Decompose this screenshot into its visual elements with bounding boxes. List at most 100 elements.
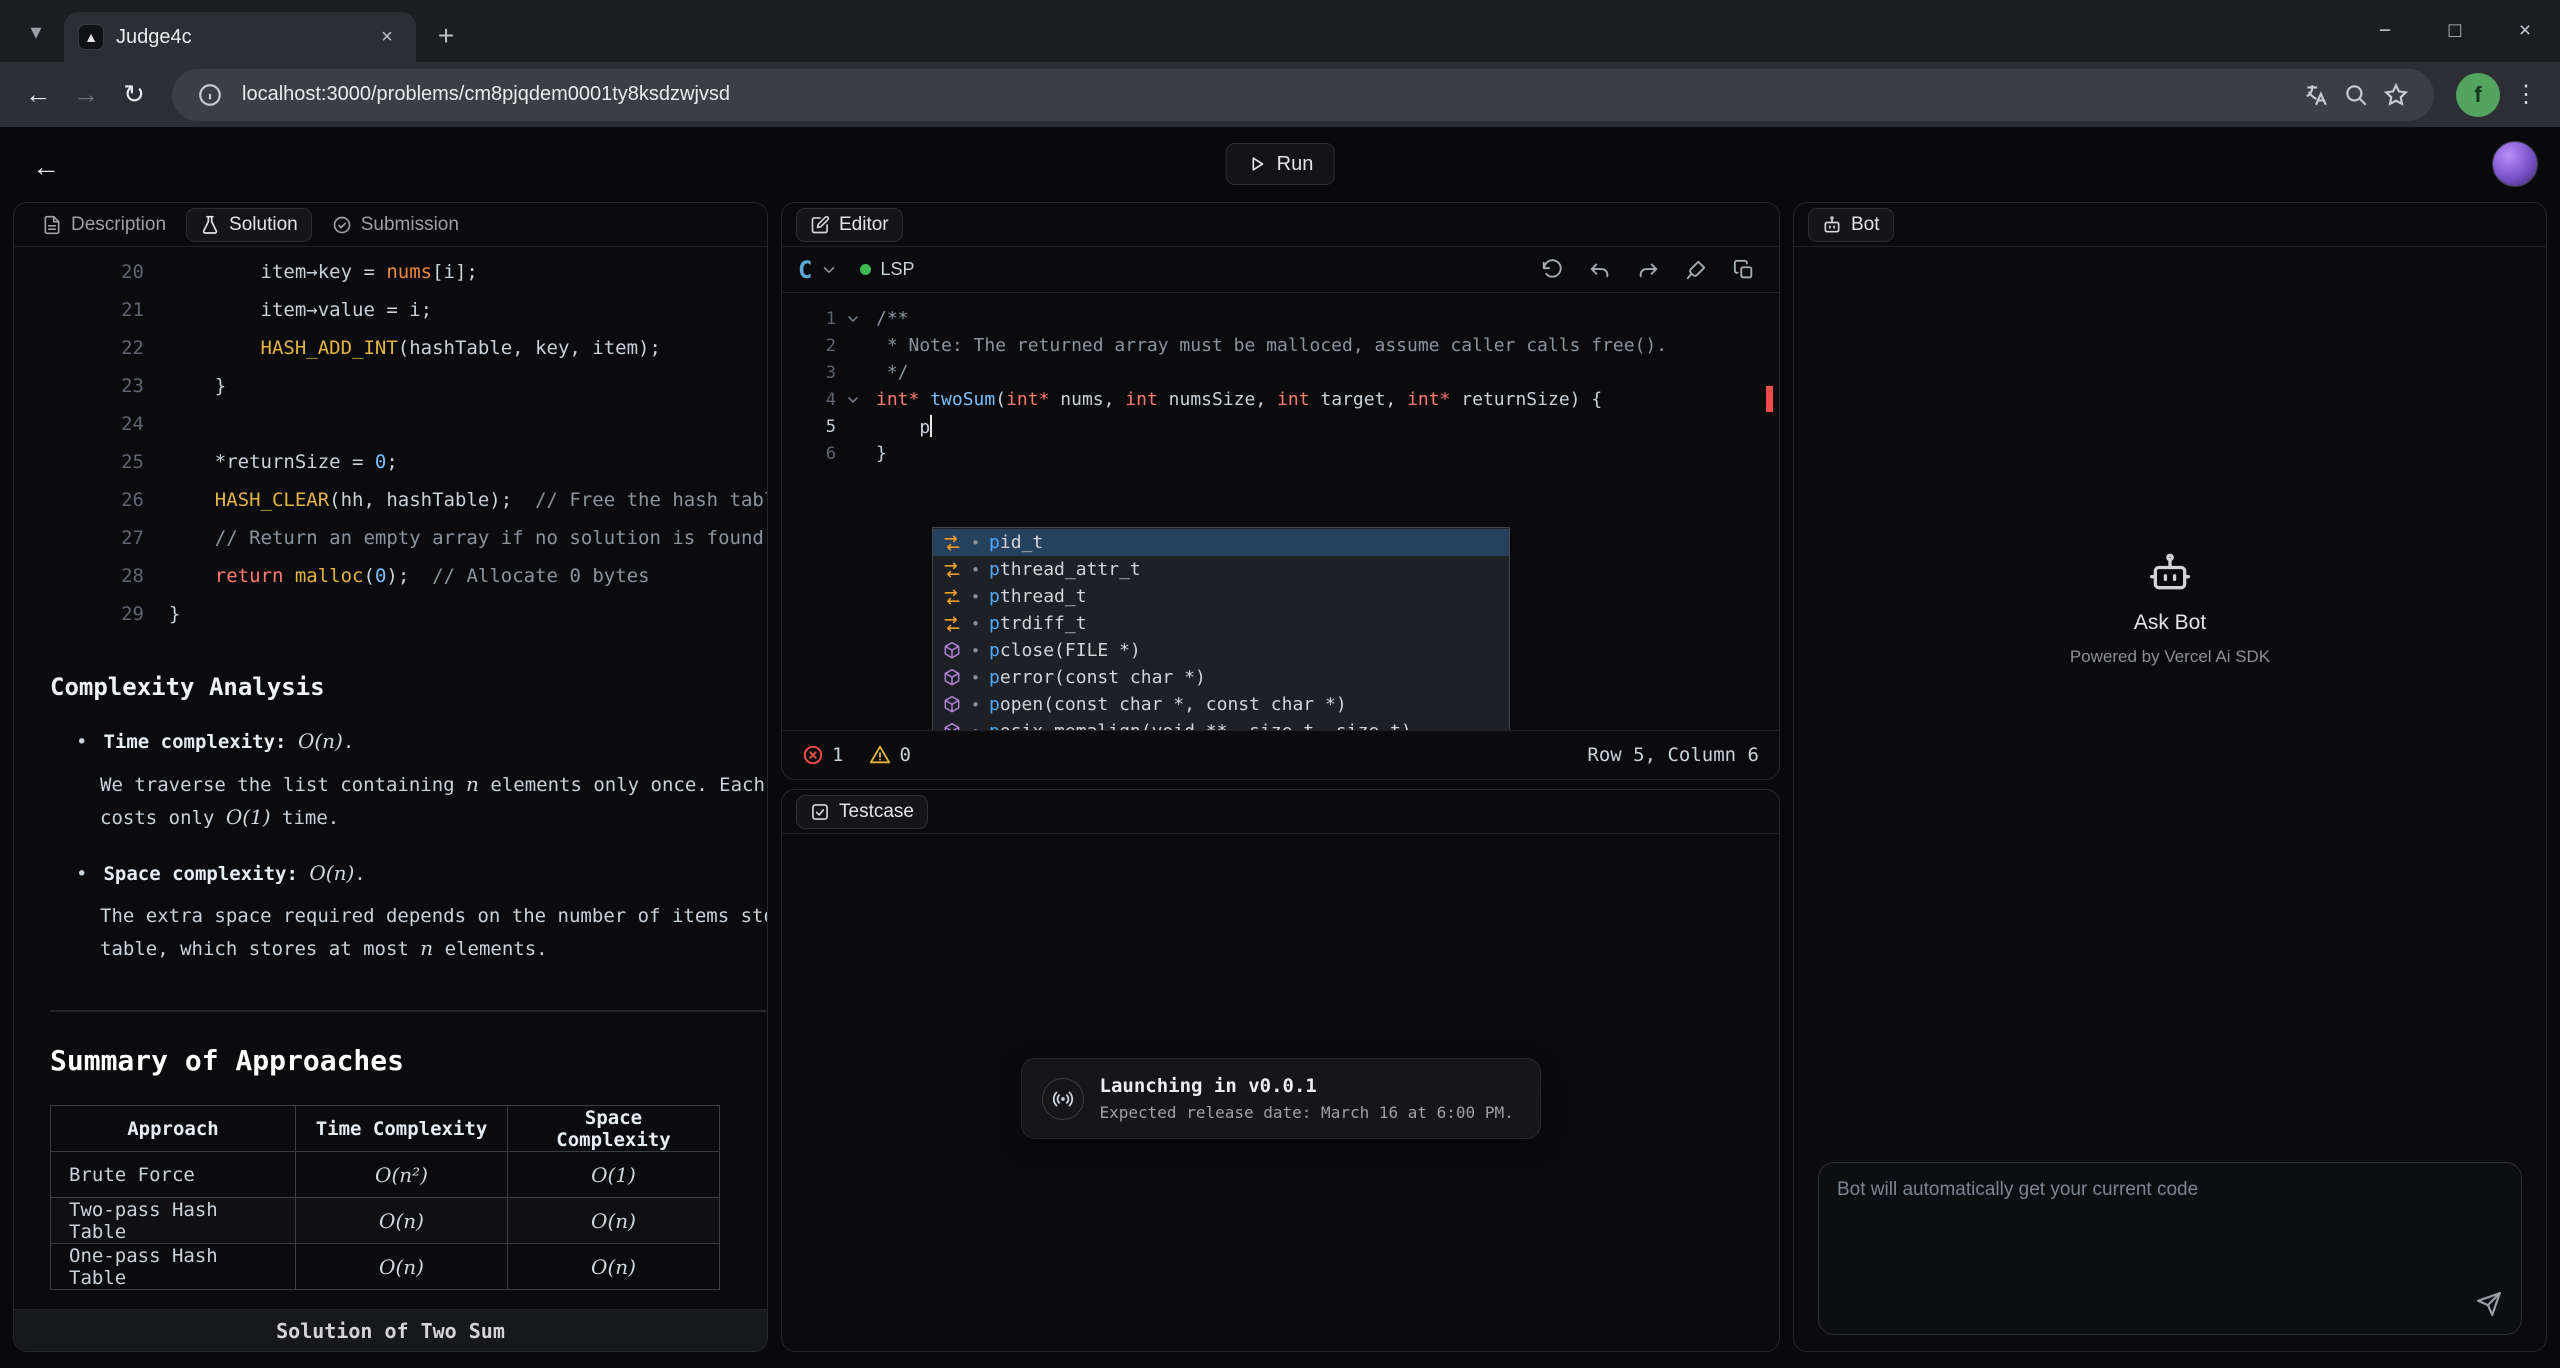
space-complexity-text: The extra space required depends on the … — [100, 901, 767, 931]
suggestion-item[interactable]: •pthread_attr_t — [933, 556, 1509, 583]
browser-tab[interactable]: ▲ Judge4c × — [64, 12, 416, 62]
browser-profile-avatar[interactable]: f — [2456, 73, 2500, 117]
fold-chevron-icon[interactable] — [836, 392, 870, 408]
bot-input-box — [1818, 1162, 2522, 1335]
user-avatar[interactable] — [2492, 141, 2538, 187]
suggestion-item[interactable]: •pthread_t — [933, 583, 1509, 610]
suggestion-item[interactable]: •perror(const char *) — [933, 664, 1509, 691]
time-complexity-text: costs only O(1) time. — [100, 802, 767, 833]
editor-line: 6} — [782, 440, 1779, 467]
testcase-header: Testcase — [782, 790, 1779, 834]
tab-solution[interactable]: Solution — [186, 208, 312, 242]
divider — [50, 1010, 767, 1012]
editor-panel: Editor C LSP — [781, 202, 1780, 780]
editor-status-bar: 1 0 Row 5, Column 6 — [782, 730, 1779, 779]
cursor-position: Row 5, Column 6 — [1587, 744, 1759, 766]
redo-button[interactable] — [1629, 251, 1667, 289]
bot-icon — [1822, 215, 1842, 235]
function-icon — [942, 695, 962, 715]
file-text-icon — [42, 215, 62, 235]
tab-close-icon[interactable]: × — [372, 22, 402, 52]
search-lens-icon[interactable] — [2336, 75, 2376, 115]
tab-search-button[interactable]: ▾ — [14, 8, 58, 56]
copy-code-button[interactable] — [1725, 251, 1763, 289]
suggestion-item[interactable]: •pclose(FILE *) — [933, 637, 1509, 664]
send-icon[interactable] — [2471, 1286, 2507, 1322]
minimize-button[interactable]: − — [2350, 0, 2420, 62]
code-line: 21 item→value = i; — [14, 291, 767, 329]
editor-line: 4int* twoSum(int* nums, int numsSize, in… — [782, 386, 1779, 413]
chevron-down-icon[interactable] — [820, 261, 838, 279]
fold-chevron-icon[interactable] — [836, 311, 870, 327]
editor-chip-label: Editor — [839, 214, 889, 236]
site-favicon: ▲ — [78, 24, 104, 50]
editor-chip: Editor — [796, 208, 903, 242]
chevron-down-icon: ▾ — [30, 19, 41, 45]
browser-menu-icon[interactable]: ⋮ — [2506, 75, 2546, 115]
bot-chip-label: Bot — [1851, 214, 1880, 236]
lsp-status-dot — [860, 264, 871, 275]
reset-code-button[interactable] — [1533, 251, 1571, 289]
code-line: 23 } — [14, 367, 767, 405]
bot-panel: Bot Ask Bot Powered by Vercel Ai SDK — [1793, 202, 2547, 1352]
bot-message-input[interactable] — [1819, 1163, 2521, 1283]
bot-chip: Bot — [1808, 208, 1894, 242]
toast-title: Launching in v0.0.1 — [1100, 1075, 1514, 1097]
run-label: Run — [1277, 153, 1314, 176]
bot-empty-state: Ask Bot Powered by Vercel Ai SDK — [1794, 551, 2546, 667]
window-controls: − □ × — [2350, 0, 2560, 62]
format-code-button[interactable] — [1677, 251, 1715, 289]
forward-button[interactable]: → — [62, 71, 110, 119]
reload-button[interactable]: ↻ — [110, 71, 158, 119]
lsp-status: LSP — [860, 259, 914, 280]
code-line: 26 HASH_CLEAR(hh, hashTable); // Free th… — [14, 481, 767, 519]
address-bar[interactable]: localhost:3000/problems/cm8pjqdem0001ty8… — [172, 69, 2434, 121]
solution-footer: Solution of Two Sum — [14, 1309, 767, 1351]
maximize-button[interactable]: □ — [2420, 0, 2490, 62]
translate-icon[interactable] — [2296, 75, 2336, 115]
bullet-icon: • — [76, 731, 87, 753]
browser-window: ▾ ▲ Judge4c × + − □ × ← → ↻ localhost:30… — [0, 0, 2560, 1368]
editor-line: 1/** — [782, 305, 1779, 332]
tab-description[interactable]: Description — [28, 208, 180, 242]
bot-powered-by: Powered by Vercel Ai SDK — [2070, 647, 2270, 667]
editor-line-active: 5 p — [782, 413, 1779, 440]
app-page: ← Run Description Soluti — [0, 127, 2560, 1368]
solution-article[interactable]: 20 item→key = nums[i]; 21 item→value = i… — [14, 247, 767, 1309]
undo-button[interactable] — [1581, 251, 1619, 289]
testcase-panel: Testcase Launching in v0.0.1 Expected re… — [781, 789, 1780, 1352]
table-row: Brute Force O(n²) O(1) — [51, 1152, 720, 1198]
tab-submission[interactable]: Submission — [318, 208, 473, 242]
solution-code-block: 20 item→key = nums[i]; 21 item→value = i… — [14, 247, 767, 633]
code-editor[interactable]: 1/** 2 * Note: The returned array must b… — [782, 293, 1779, 730]
time-complexity-text: We traverse the list containing n elemen… — [100, 769, 767, 800]
typedef-icon — [942, 533, 962, 553]
center-column: Editor C LSP — [781, 202, 1780, 1352]
new-tab-button[interactable]: + — [424, 14, 468, 58]
suggestion-item[interactable]: •popen(const char *, const char *) — [933, 691, 1509, 718]
back-button[interactable]: ← — [14, 71, 62, 119]
run-button[interactable]: Run — [1226, 143, 1335, 185]
editor-line: 2 * Note: The returned array must be mal… — [782, 332, 1779, 359]
suggestion-item[interactable]: •ptrdiff_t — [933, 610, 1509, 637]
language-select[interactable]: C — [798, 256, 812, 284]
code-line: 27 // Return an empty array if no soluti… — [14, 519, 767, 557]
url-text[interactable]: localhost:3000/problems/cm8pjqdem0001ty8… — [242, 83, 2296, 106]
app-back-button[interactable]: ← — [24, 145, 68, 189]
function-icon — [942, 722, 962, 731]
warning-count: 0 — [869, 744, 910, 766]
problem-panel: Description Solution Submission 20 item→… — [13, 202, 768, 1352]
lsp-label: LSP — [880, 259, 914, 280]
editor-tools — [1533, 251, 1763, 289]
bookmark-star-icon[interactable] — [2376, 75, 2416, 115]
circle-x-icon — [802, 744, 824, 766]
page-info-icon[interactable] — [190, 75, 230, 115]
summary-heading: Summary of Approaches — [50, 1044, 767, 1077]
window-close-button[interactable]: × — [2490, 0, 2560, 62]
autocomplete-popup: •pid_t •pthread_attr_t •pthread_t •ptrdi… — [932, 527, 1510, 730]
table-row: One-pass Hash Table O(n) O(n) — [51, 1244, 720, 1290]
toast-subtitle: Expected release date: March 16 at 6:00 … — [1100, 1103, 1514, 1122]
error-count: 1 — [802, 744, 843, 766]
suggestion-item[interactable]: •pid_t — [933, 529, 1509, 556]
suggestion-item[interactable]: •posix_memalign(void **, size_t, size_t) — [933, 718, 1509, 730]
